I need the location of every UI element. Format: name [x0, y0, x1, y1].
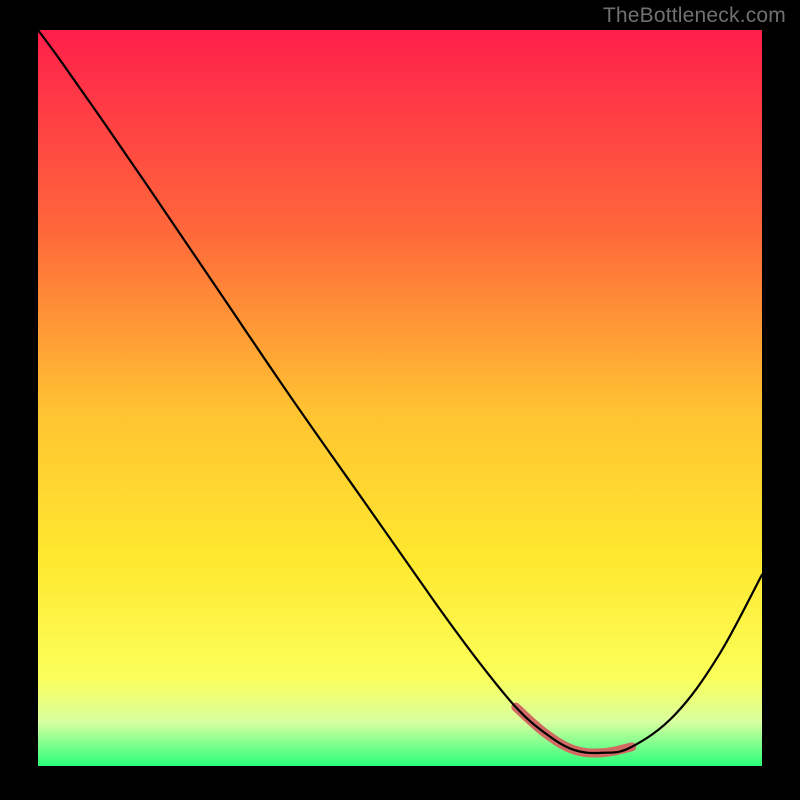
bottleneck-chart	[38, 30, 762, 766]
gradient-background	[38, 30, 762, 766]
chart-area	[38, 30, 762, 766]
app-frame: TheBottleneck.com	[0, 0, 800, 800]
watermark-text: TheBottleneck.com	[603, 4, 786, 28]
